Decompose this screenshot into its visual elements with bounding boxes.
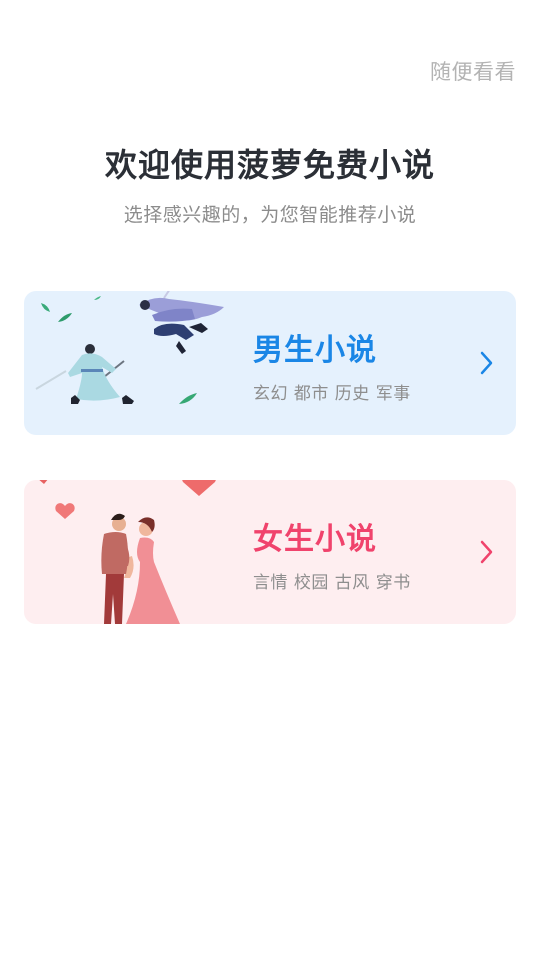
female-novels-title: 女生小说 bbox=[253, 522, 377, 557]
couple-hearts-illustration bbox=[39, 480, 216, 624]
male-novels-card[interactable]: 男生小说 玄幻 都市 历史 军事 bbox=[24, 291, 516, 435]
male-novels-tags: 玄幻 都市 历史 军事 bbox=[253, 384, 411, 404]
chevron-right-icon bbox=[480, 351, 493, 375]
male-novels-title: 男生小说 bbox=[253, 333, 377, 368]
two-swordsmen-illustration bbox=[35, 291, 224, 404]
female-novels-tags: 言情 校园 古风 穿书 bbox=[253, 573, 411, 593]
page-subtitle: 选择感兴趣的，为您智能推荐小说 bbox=[123, 204, 417, 226]
female-novels-card[interactable]: 女生小说 言情 校园 古风 穿书 bbox=[24, 480, 516, 624]
skip-button[interactable]: 随便看看 bbox=[430, 56, 516, 86]
page-title: 欢迎使用菠萝免费小说 bbox=[104, 146, 435, 184]
chevron-right-icon bbox=[480, 540, 493, 564]
